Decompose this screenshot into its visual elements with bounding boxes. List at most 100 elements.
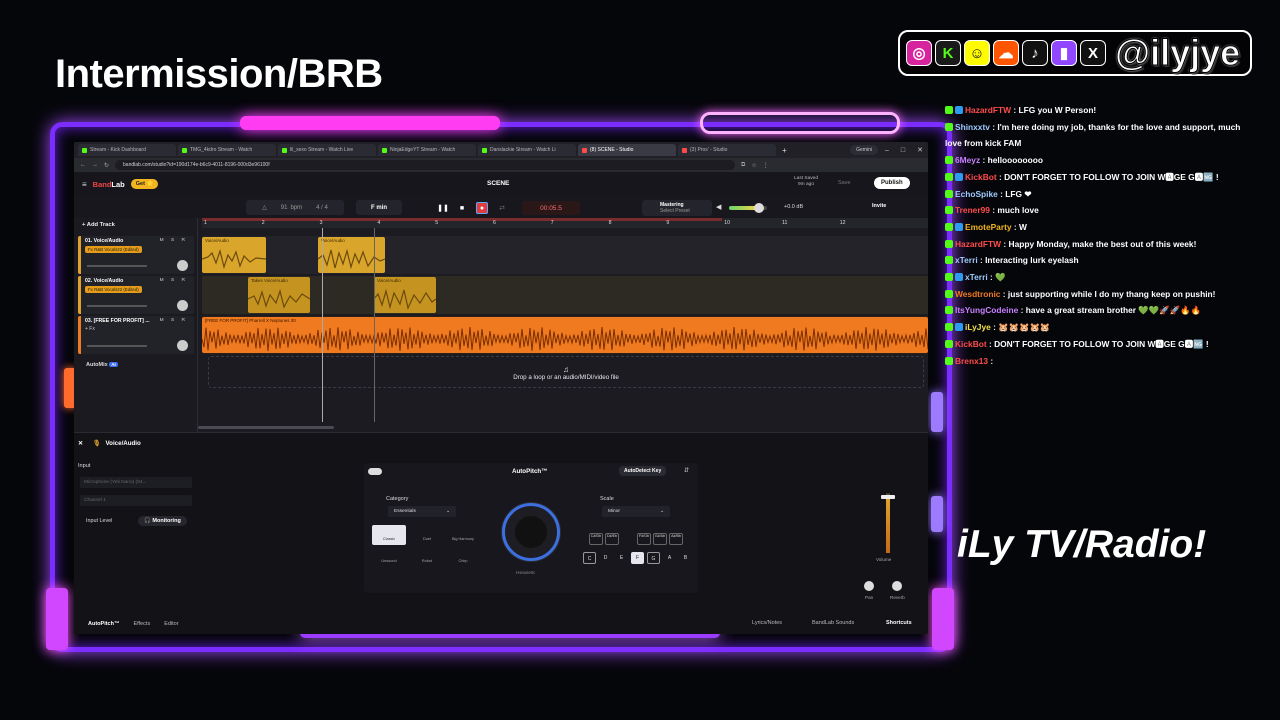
new-tab-button[interactable]: +: [778, 146, 791, 155]
stop-button[interactable]: ■: [456, 202, 468, 214]
track-header-2[interactable]: 02. Voice/Audio Fx R&B Vocals22 (Edited)…: [78, 276, 194, 314]
tab-shortcuts[interactable]: Shortcuts: [886, 620, 912, 626]
track-header-1[interactable]: 01. Voice/Audio Fx R&B Vocals22 (Edited)…: [78, 236, 194, 274]
hamburger-icon[interactable]: ≡: [82, 180, 87, 189]
automix-toggle[interactable]: AutoMix AI: [86, 362, 118, 368]
horizontal-scrollbar[interactable]: [198, 426, 334, 429]
bookmark-icon[interactable]: ☆: [751, 162, 756, 169]
add-track-button[interactable]: + Add Track: [82, 222, 115, 228]
autodetect-key-button[interactable]: AutoDetect Key: [619, 466, 667, 476]
maximize-icon[interactable]: □: [896, 147, 910, 154]
chat-username[interactable]: 6Meyz: [955, 155, 980, 165]
chat-username[interactable]: ItsYungCodeine: [955, 305, 1018, 315]
style-robot[interactable]: Robot: [410, 547, 444, 567]
address-input[interactable]: bandlab.com/studio?id=190d174e-b6c9-4011…: [115, 160, 736, 170]
save-button[interactable]: Save: [838, 180, 851, 186]
forward-icon[interactable]: →: [92, 162, 98, 168]
chat-username[interactable]: Wesdtronic: [955, 289, 1000, 299]
track-pan-knob[interactable]: [177, 300, 188, 311]
track-lane-3[interactable]: [FREE FOR PROFIT] Pharrell X Neptunes 30: [202, 316, 928, 354]
tempo-box[interactable]: △ 91 bpm 4 / 4: [246, 200, 344, 215]
track-volume-slider[interactable]: [87, 305, 147, 307]
tab-lyrics-notes[interactable]: Lyrics/Notes: [752, 620, 782, 626]
browser-tab[interactable]: (3) Pros' - Studio: [678, 144, 776, 156]
timeline-ruler[interactable]: 1 2 3 4 5 6 7 8 9 10 11 12: [202, 218, 928, 228]
chat-username[interactable]: EchoSpike: [955, 189, 998, 199]
chat-username[interactable]: Brenx13: [955, 356, 988, 366]
sharp-key[interactable]: D#/Eb: [605, 533, 619, 545]
chat-username[interactable]: KickBot: [965, 172, 997, 182]
style-unsound[interactable]: Unsound: [372, 547, 406, 567]
chat-username[interactable]: iLyJye: [965, 322, 991, 332]
natural-key[interactable]: D: [599, 552, 612, 564]
key-selector[interactable]: F min: [356, 200, 402, 215]
style-classic[interactable]: Classic: [372, 525, 406, 545]
settings-icon[interactable]: ⇵: [684, 467, 689, 474]
tab-editor[interactable]: Editor: [164, 621, 178, 627]
browser-tab[interactable]: Danslackie Stream - Watch Li: [478, 144, 576, 156]
speaker-icon[interactable]: ◀: [716, 203, 721, 211]
sharp-key[interactable]: C#/Db: [589, 533, 603, 545]
channel-select[interactable]: Channel 1: [80, 495, 192, 506]
get-membership-button[interactable]: Get ⭐: [130, 179, 159, 189]
chat-username[interactable]: Shinxxtv: [955, 122, 990, 132]
drop-zone[interactable]: ♫ Drop a loop or an audio/MIDI/video fil…: [208, 356, 924, 388]
natural-key[interactable]: G: [647, 552, 660, 564]
loop-button[interactable]: ⇄: [496, 202, 508, 214]
browser-tab[interactable]: TMG_4kdro Stream - Watch: [178, 144, 276, 156]
tab-bandlab-sounds[interactable]: BandLab Sounds: [812, 620, 854, 626]
audio-clip[interactable]: [FREE FOR PROFIT] Pharrell X Neptunes 30: [202, 317, 928, 353]
volume-fader-knob[interactable]: [881, 495, 895, 499]
tab-effects[interactable]: Effects: [133, 621, 150, 627]
pan-knob[interactable]: [864, 581, 874, 591]
natural-key[interactable]: C: [583, 552, 596, 564]
back-icon[interactable]: ←: [80, 162, 86, 168]
tab-autopitch[interactable]: AutoPitch™: [88, 621, 119, 627]
track-pan-knob[interactable]: [177, 340, 188, 351]
loop-region[interactable]: [202, 218, 722, 221]
style-chirp[interactable]: Chirp: [446, 547, 480, 567]
input-device-select[interactable]: Microphone (Yeti Nano) (04...: [80, 477, 192, 488]
pause-button[interactable]: ❚❚: [437, 202, 449, 214]
audio-clip[interactable]: Takes Voice/Audio: [248, 277, 310, 313]
sharp-key[interactable]: F#/Gb: [637, 533, 651, 545]
category-select[interactable]: Essentials ⌄: [388, 506, 456, 517]
chat-username[interactable]: xTerri: [965, 272, 988, 282]
browser-tab[interactable]: (8) SCENE - Studio: [578, 144, 676, 156]
autopitch-toggle[interactable]: [368, 468, 382, 475]
gemini-button[interactable]: Gemini: [850, 145, 878, 155]
track-lane-1[interactable]: Voice/Audio Voice/Audio: [202, 236, 928, 274]
chat-username[interactable]: xTerri: [955, 255, 978, 265]
publish-button[interactable]: Publish: [874, 177, 910, 189]
style-duet[interactable]: Duet: [410, 525, 444, 545]
natural-key[interactable]: F: [631, 552, 644, 564]
close-icon[interactable]: ✕: [912, 146, 928, 154]
natural-key[interactable]: A: [663, 552, 676, 564]
chat-username[interactable]: HazardFTW: [965, 105, 1011, 115]
reload-icon[interactable]: ↻: [104, 162, 109, 169]
volume-fader[interactable]: [886, 493, 890, 553]
mastering-button[interactable]: Mastering Select Preset: [642, 200, 712, 216]
chat-username[interactable]: KickBot: [955, 339, 987, 349]
close-panel-icon[interactable]: ✕: [78, 440, 83, 447]
browser-tab[interactable]: Stream - Kick Dashboard: [78, 144, 176, 156]
extensions-icon[interactable]: ⧉: [741, 162, 745, 169]
playhead[interactable]: [322, 228, 323, 422]
project-title[interactable]: SCENE: [487, 180, 509, 187]
chat-username[interactable]: EmoteParty: [965, 222, 1012, 232]
natural-key[interactable]: E: [615, 552, 628, 564]
chat-username[interactable]: Trener99: [955, 205, 990, 215]
audio-clip[interactable]: Voice/Audio: [374, 277, 436, 313]
correction-knob[interactable]: [502, 503, 560, 561]
monitoring-button[interactable]: 🎧 Monitoring: [138, 516, 187, 526]
chat-username[interactable]: HazardFTW: [955, 239, 1001, 249]
browser-tab[interactable]: NinjaEdgeYT Stream - Watch: [378, 144, 476, 156]
sharp-key[interactable]: A#/Bb: [669, 533, 683, 545]
track-volume-slider[interactable]: [87, 265, 147, 267]
invite-button[interactable]: Invite: [872, 203, 886, 209]
track-header-3[interactable]: 03. [FREE FOR PROFIT] ... + Fx M S R: [78, 316, 194, 354]
sharp-key[interactable]: G#/Ab: [653, 533, 667, 545]
master-volume-knob[interactable]: [754, 203, 764, 213]
style-big-harmony[interactable]: Big Harmony: [446, 525, 480, 545]
reverb-knob[interactable]: [892, 581, 902, 591]
